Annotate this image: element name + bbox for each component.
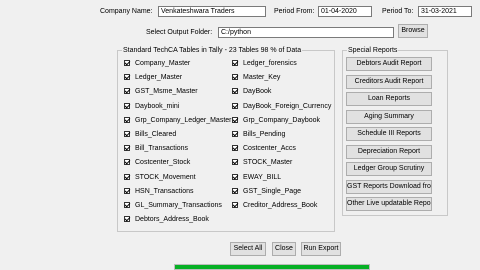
period-from-field[interactable]: 01-04-2020 [318, 6, 372, 17]
checkbox[interactable] [232, 145, 238, 152]
period-to-label: Period To: [382, 8, 414, 15]
report-button[interactable]: Ledger Group Scrutiny [346, 162, 432, 176]
report-button[interactable]: Other Live updatable Reports [346, 197, 432, 211]
checkbox[interactable] [124, 173, 130, 180]
checkbox-label: Grp_Company_Daybook [243, 116, 321, 124]
checkbox-label: Creditor_Address_Book [243, 202, 318, 209]
checkbox[interactable] [124, 145, 130, 152]
progress-fill [175, 265, 369, 269]
checkbox[interactable] [124, 60, 130, 66]
checkbox[interactable] [232, 60, 238, 66]
checkbox-label: Debtors_Address_Book [135, 216, 209, 224]
checkbox-label: Costcenter_Accs [243, 145, 296, 153]
period-from-label: Period From: [274, 8, 315, 15]
checkbox[interactable] [232, 173, 238, 180]
checkbox-label: Ledger_forensics [243, 60, 297, 67]
checkbox[interactable] [124, 131, 130, 137]
checkbox[interactable] [232, 202, 238, 208]
period-to-field[interactable]: 31-03-2021 [418, 6, 472, 17]
checkbox-label: Ledger_Master [135, 74, 183, 82]
checkbox-label: Bills_Cleared [135, 131, 177, 138]
checkbox-label: Master_Key [243, 74, 281, 82]
checkbox[interactable] [124, 216, 130, 223]
standard-tables-title: Standard TechCA Tables in Tally - 23 Tab… [122, 46, 303, 55]
browse-button[interactable]: Browse [398, 24, 428, 38]
checkbox[interactable] [232, 187, 238, 194]
checkbox[interactable] [124, 74, 130, 81]
output-folder-field[interactable]: C:/python [218, 27, 394, 38]
report-button[interactable]: Creditors Audit Report [346, 74, 432, 89]
checkbox-label: GST_Msme_Master [135, 88, 198, 96]
checkbox[interactable] [124, 116, 130, 123]
checkbox[interactable] [124, 102, 130, 109]
report-button[interactable]: Depreciation Report [346, 144, 432, 159]
checkbox-label: GL_Summary_Transactions [135, 202, 222, 209]
checkbox-label: Grp_Company_Ledger_Master [135, 116, 232, 124]
checkbox[interactable] [232, 74, 238, 81]
checkbox[interactable] [124, 187, 130, 194]
checkbox[interactable] [124, 159, 130, 166]
checkbox[interactable] [232, 102, 238, 109]
checkbox-label: DayBook [243, 88, 272, 96]
checkbox-label: EWAY_BILL [243, 173, 282, 181]
checkbox-label: Daybook_mini [135, 102, 180, 110]
checkbox[interactable] [232, 88, 238, 95]
checkbox-label: Costcenter_Stock [135, 159, 191, 167]
checkbox[interactable] [124, 202, 130, 208]
export-progress-bar [174, 264, 370, 270]
report-button[interactable]: Schedule III Reports [346, 127, 432, 141]
checkbox[interactable] [232, 159, 238, 166]
checkbox-label: Company_Master [135, 60, 191, 67]
checkbox-label: HSN_Transactions [135, 187, 194, 195]
select-all-button[interactable]: Select All [230, 242, 266, 256]
report-button[interactable]: Aging Summary [346, 109, 432, 124]
checkbox[interactable] [124, 88, 130, 95]
checkbox-label: STOCK_Master [243, 159, 293, 167]
checkbox-label: Bills_Pending [243, 131, 286, 138]
report-button[interactable]: GST Reports Download from Site [346, 179, 432, 194]
report-button[interactable]: Loan Reports [346, 92, 432, 106]
checkbox-label: STOCK_Movement [135, 173, 196, 181]
checkbox-label: GST_Single_Page [243, 187, 301, 195]
checkbox-label: Bill_Transactions [135, 145, 189, 153]
company-name-field[interactable]: Venkateshwara Traders [158, 6, 266, 17]
checkbox[interactable] [232, 131, 238, 137]
report-button[interactable]: Debtors Audit Report [346, 57, 432, 71]
close-button[interactable]: Close [272, 242, 296, 256]
output-folder-label: Select Output Folder: [146, 29, 213, 36]
company-name-label: Company Name: [100, 8, 153, 15]
checkbox-label: DayBook_Foreign_Currency [243, 102, 332, 110]
checkbox[interactable] [232, 116, 238, 123]
run-export-button[interactable]: Run Export [301, 242, 341, 256]
special-reports-title: Special Reports [347, 46, 399, 55]
